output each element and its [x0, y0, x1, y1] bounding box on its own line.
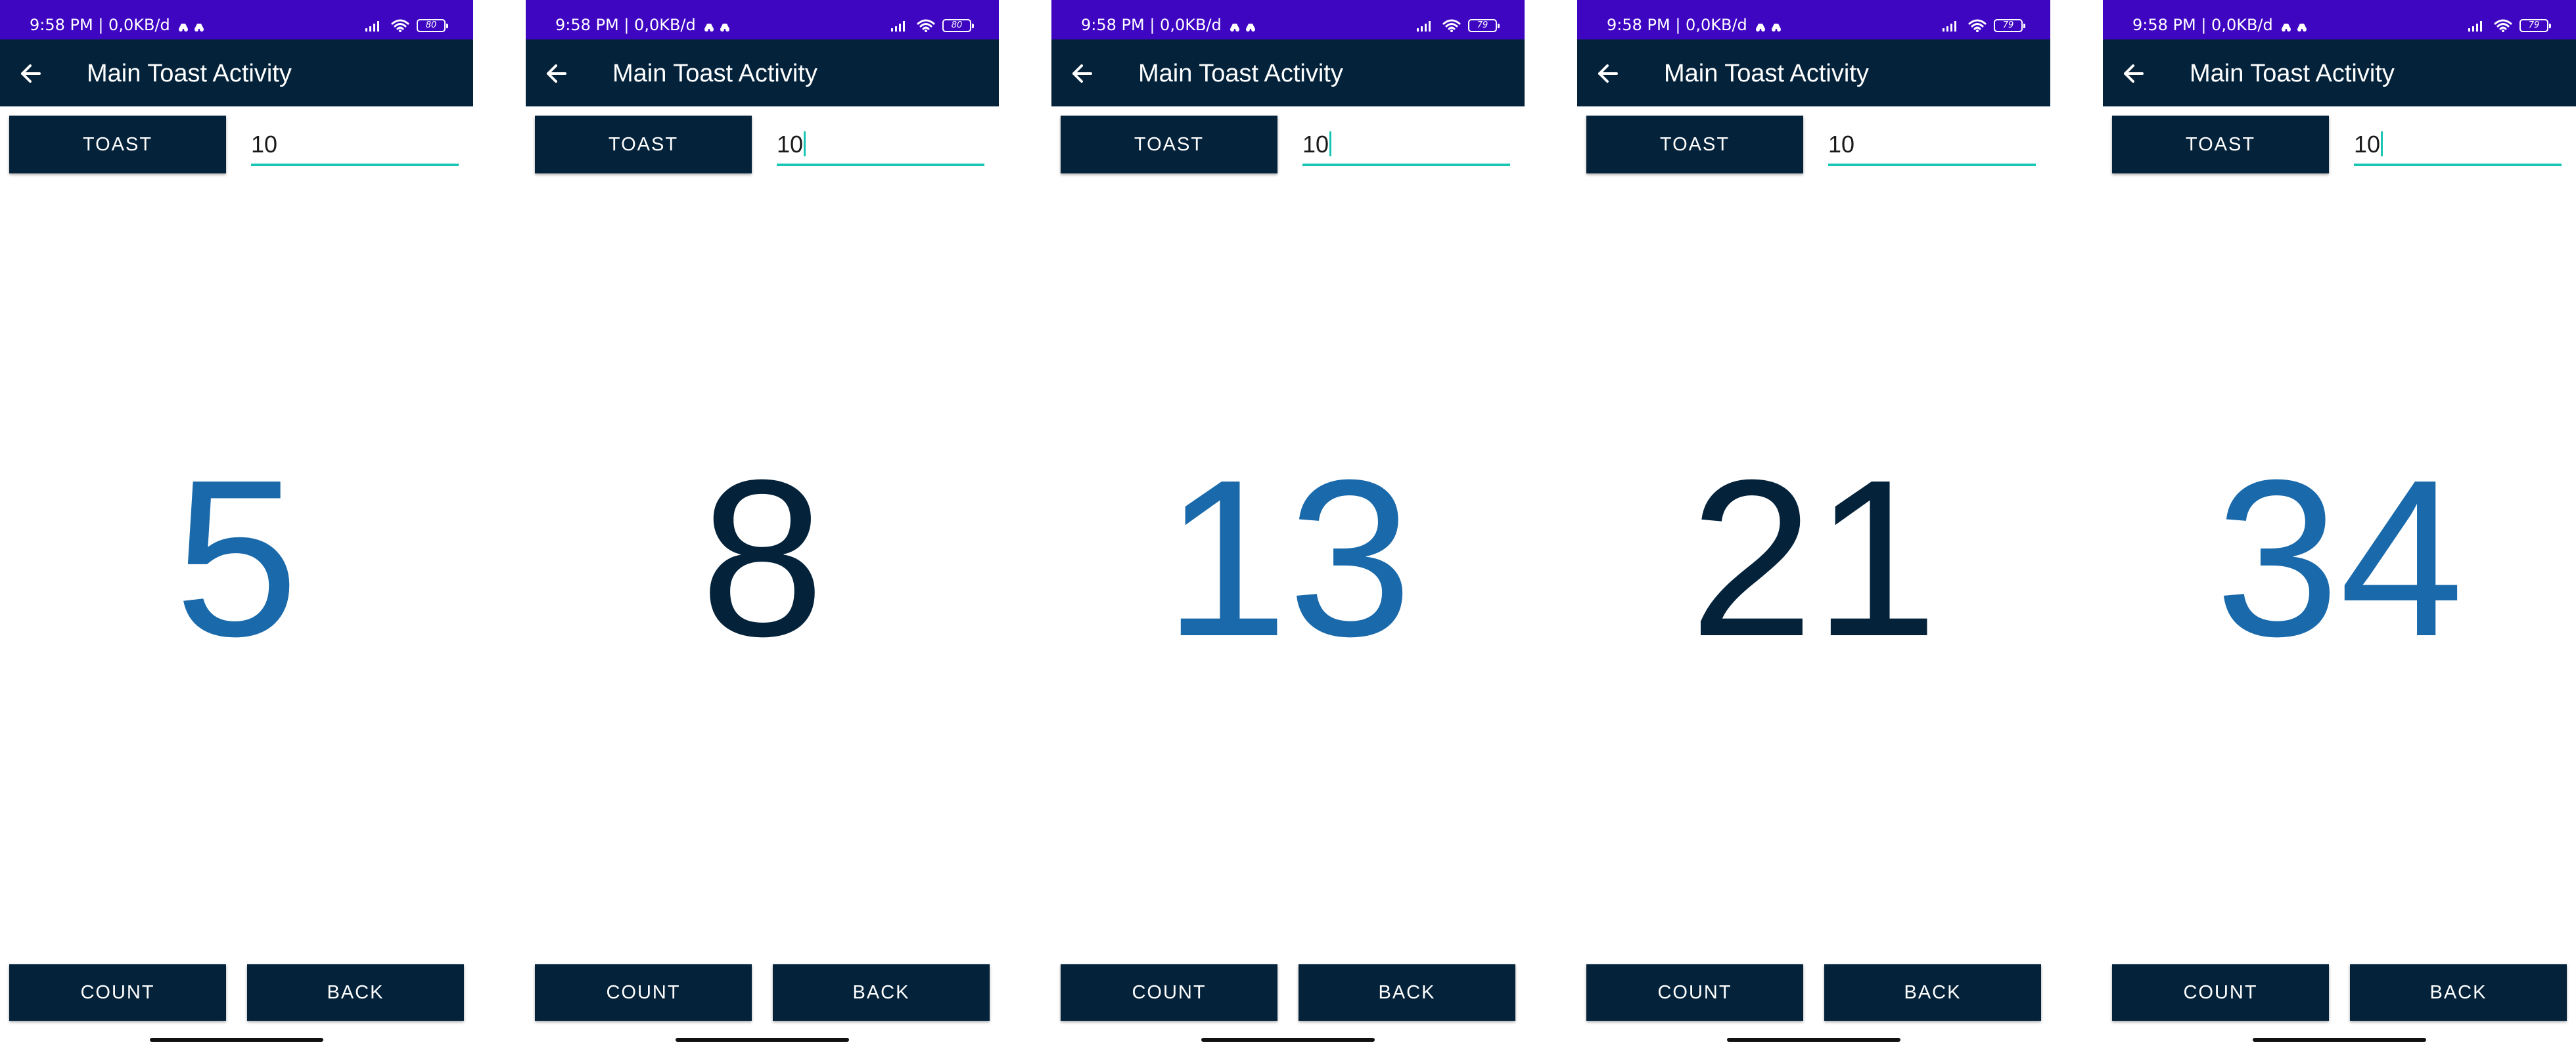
number-input[interactable]: 10 — [777, 128, 984, 166]
home-indicator[interactable] — [676, 1038, 849, 1042]
back-arrow-icon[interactable] — [1597, 62, 1619, 85]
text-caret — [804, 131, 806, 156]
battery-icon: 80 — [417, 19, 448, 32]
status-right-icons: 79 — [2467, 17, 2551, 34]
toast-button[interactable]: TOAST — [1061, 116, 1277, 173]
battery-icon: 79 — [2519, 19, 2551, 32]
status-bar: 9:58 PM | 0,0KB/d 79 — [1577, 0, 2050, 39]
status-bar: 9:58 PM | 0,0KB/d 79 — [1051, 0, 1525, 39]
status-time-info: 9:58 PM | 0,0KB/d — [1607, 16, 1786, 35]
app-toolbar: Main Toast Activity — [1577, 39, 2050, 106]
toast-button[interactable]: TOAST — [2112, 116, 2329, 173]
count-button[interactable]: COUNT — [2112, 964, 2329, 1021]
toast-button[interactable]: TOAST — [9, 116, 226, 173]
back-button[interactable]: BACK — [1824, 964, 2041, 1021]
wifi-icon — [1968, 19, 1987, 32]
status-time-info: 9:58 PM | 0,0KB/d — [30, 16, 209, 35]
toolbar-title: Main Toast Activity — [1138, 60, 1343, 87]
number-input-value: 10 — [251, 131, 278, 158]
status-right-icons: 80 — [364, 17, 448, 34]
phone-screen-4: 9:58 PM | 0,0KB/d 79 Main Toast Activity… — [1577, 0, 2050, 1051]
status-time-info: 9:58 PM | 0,0KB/d — [1081, 16, 1260, 35]
back-button[interactable]: BACK — [2350, 964, 2567, 1021]
wifi-icon — [917, 19, 935, 32]
number-input[interactable]: 10 — [1302, 128, 1510, 166]
count-button[interactable]: COUNT — [535, 964, 752, 1021]
toolbar-title: Main Toast Activity — [612, 60, 817, 87]
count-display: 34 — [2215, 434, 2464, 683]
back-arrow-icon[interactable] — [545, 62, 568, 85]
signal-icon — [1943, 21, 1956, 32]
back-button[interactable]: BACK — [247, 964, 464, 1021]
notification-icons — [2280, 16, 2312, 35]
signal-icon — [365, 21, 379, 32]
toolbar-title: Main Toast Activity — [2190, 60, 2395, 87]
phone-screen-1: 9:58 PM | 0,0KB/d 80 Main Toast Activity… — [0, 0, 473, 1051]
notification-icons — [1755, 16, 1786, 35]
count-display: 21 — [1689, 434, 1939, 683]
phone-screen-5: 9:58 PM | 0,0KB/d 79 Main Toast Activity… — [2103, 0, 2576, 1051]
signal-icon — [891, 21, 905, 32]
back-button[interactable]: BACK — [1299, 964, 1515, 1021]
back-button[interactable]: BACK — [773, 964, 990, 1021]
home-indicator[interactable] — [1201, 1038, 1375, 1042]
count-display: 5 — [174, 434, 299, 683]
wifi-icon — [2494, 19, 2512, 32]
count-button[interactable]: COUNT — [1586, 964, 1803, 1021]
count-display: 13 — [1163, 434, 1413, 683]
home-indicator[interactable] — [1727, 1038, 1900, 1042]
count-button[interactable]: COUNT — [1061, 964, 1277, 1021]
number-input-value: 10 — [2354, 131, 2381, 158]
text-caret — [1329, 131, 1332, 156]
back-arrow-icon[interactable] — [20, 62, 42, 85]
battery-icon: 79 — [1468, 19, 1500, 32]
status-right-icons: 79 — [1941, 17, 2025, 34]
toast-button[interactable]: TOAST — [535, 116, 752, 173]
phone-screen-2: 9:58 PM | 0,0KB/d 80 Main Toast Activity… — [526, 0, 999, 1051]
wifi-icon — [1442, 19, 1461, 32]
number-input-value: 10 — [1828, 131, 1855, 158]
status-bar: 9:58 PM | 0,0KB/d 79 — [2103, 0, 2576, 39]
status-bar: 9:58 PM | 0,0KB/d 80 — [526, 0, 999, 39]
toolbar-title: Main Toast Activity — [87, 60, 292, 87]
number-input[interactable]: 10 — [2354, 128, 2562, 166]
status-right-icons: 79 — [1415, 17, 1500, 34]
app-toolbar: Main Toast Activity — [0, 39, 473, 106]
text-caret — [2381, 131, 2383, 156]
toolbar-title: Main Toast Activity — [1664, 60, 1869, 87]
number-input-value: 10 — [1302, 131, 1329, 158]
notification-icons — [177, 16, 209, 35]
home-indicator[interactable] — [150, 1038, 323, 1042]
notification-icons — [703, 16, 735, 35]
count-button[interactable]: COUNT — [9, 964, 226, 1021]
battery-icon: 79 — [1994, 19, 2025, 32]
battery-icon: 80 — [942, 19, 974, 32]
phone-screen-3: 9:58 PM | 0,0KB/d 79 Main Toast Activity… — [1051, 0, 1525, 1051]
app-toolbar: Main Toast Activity — [526, 39, 999, 106]
status-time-info: 9:58 PM | 0,0KB/d — [555, 16, 735, 35]
notification-icons — [1229, 16, 1260, 35]
app-toolbar: Main Toast Activity — [2103, 39, 2576, 106]
number-input[interactable]: 10 — [251, 128, 459, 166]
signal-icon — [2468, 21, 2482, 32]
signal-icon — [1417, 21, 1431, 32]
toast-button[interactable]: TOAST — [1586, 116, 1803, 173]
number-input-value: 10 — [777, 131, 804, 158]
number-input[interactable]: 10 — [1828, 128, 2036, 166]
app-toolbar: Main Toast Activity — [1051, 39, 1525, 106]
status-time-info: 9:58 PM | 0,0KB/d — [2132, 16, 2312, 35]
home-indicator[interactable] — [2253, 1038, 2426, 1042]
back-arrow-icon[interactable] — [2123, 62, 2145, 85]
status-right-icons: 80 — [890, 17, 974, 34]
count-display: 8 — [700, 434, 825, 683]
wifi-icon — [391, 19, 409, 32]
back-arrow-icon[interactable] — [1071, 62, 1093, 85]
status-bar: 9:58 PM | 0,0KB/d 80 — [0, 0, 473, 39]
